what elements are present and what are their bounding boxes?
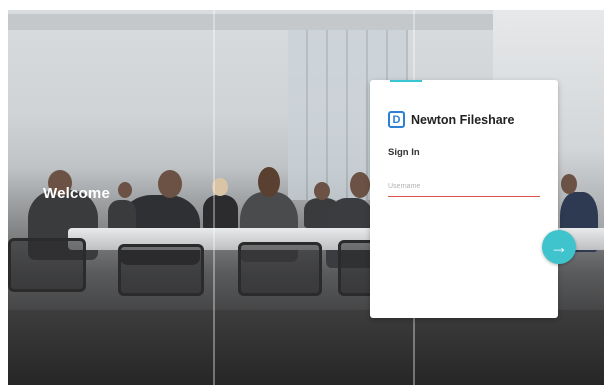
person-7-head [350,172,370,198]
arrow-right-icon: → [550,236,568,257]
floor [8,310,604,385]
person-3-head [118,182,132,198]
person-3 [108,200,136,230]
username-field-wrapper [388,175,540,197]
person-8-head [561,174,577,194]
chair-3 [238,242,322,296]
app-name: Newton Fileshare [411,112,515,127]
brand: D Newton Fileshare [388,111,515,128]
login-card: D Newton Fileshare Sign In [370,80,558,318]
app-logo-icon: D [388,111,405,128]
username-input[interactable] [388,183,540,197]
chair-2 [118,244,204,296]
person-5-head [258,167,280,197]
welcome-text: Welcome [43,185,110,202]
glass-divider-1 [213,10,215,385]
person-6-head [314,182,330,200]
sign-in-heading: Sign In [388,147,420,158]
next-button[interactable]: → [542,230,576,264]
card-accent-bar [390,80,422,82]
person-4 [203,195,238,230]
chair-1 [8,238,86,292]
ceiling-beam [8,14,518,30]
person-2-head [158,170,182,198]
